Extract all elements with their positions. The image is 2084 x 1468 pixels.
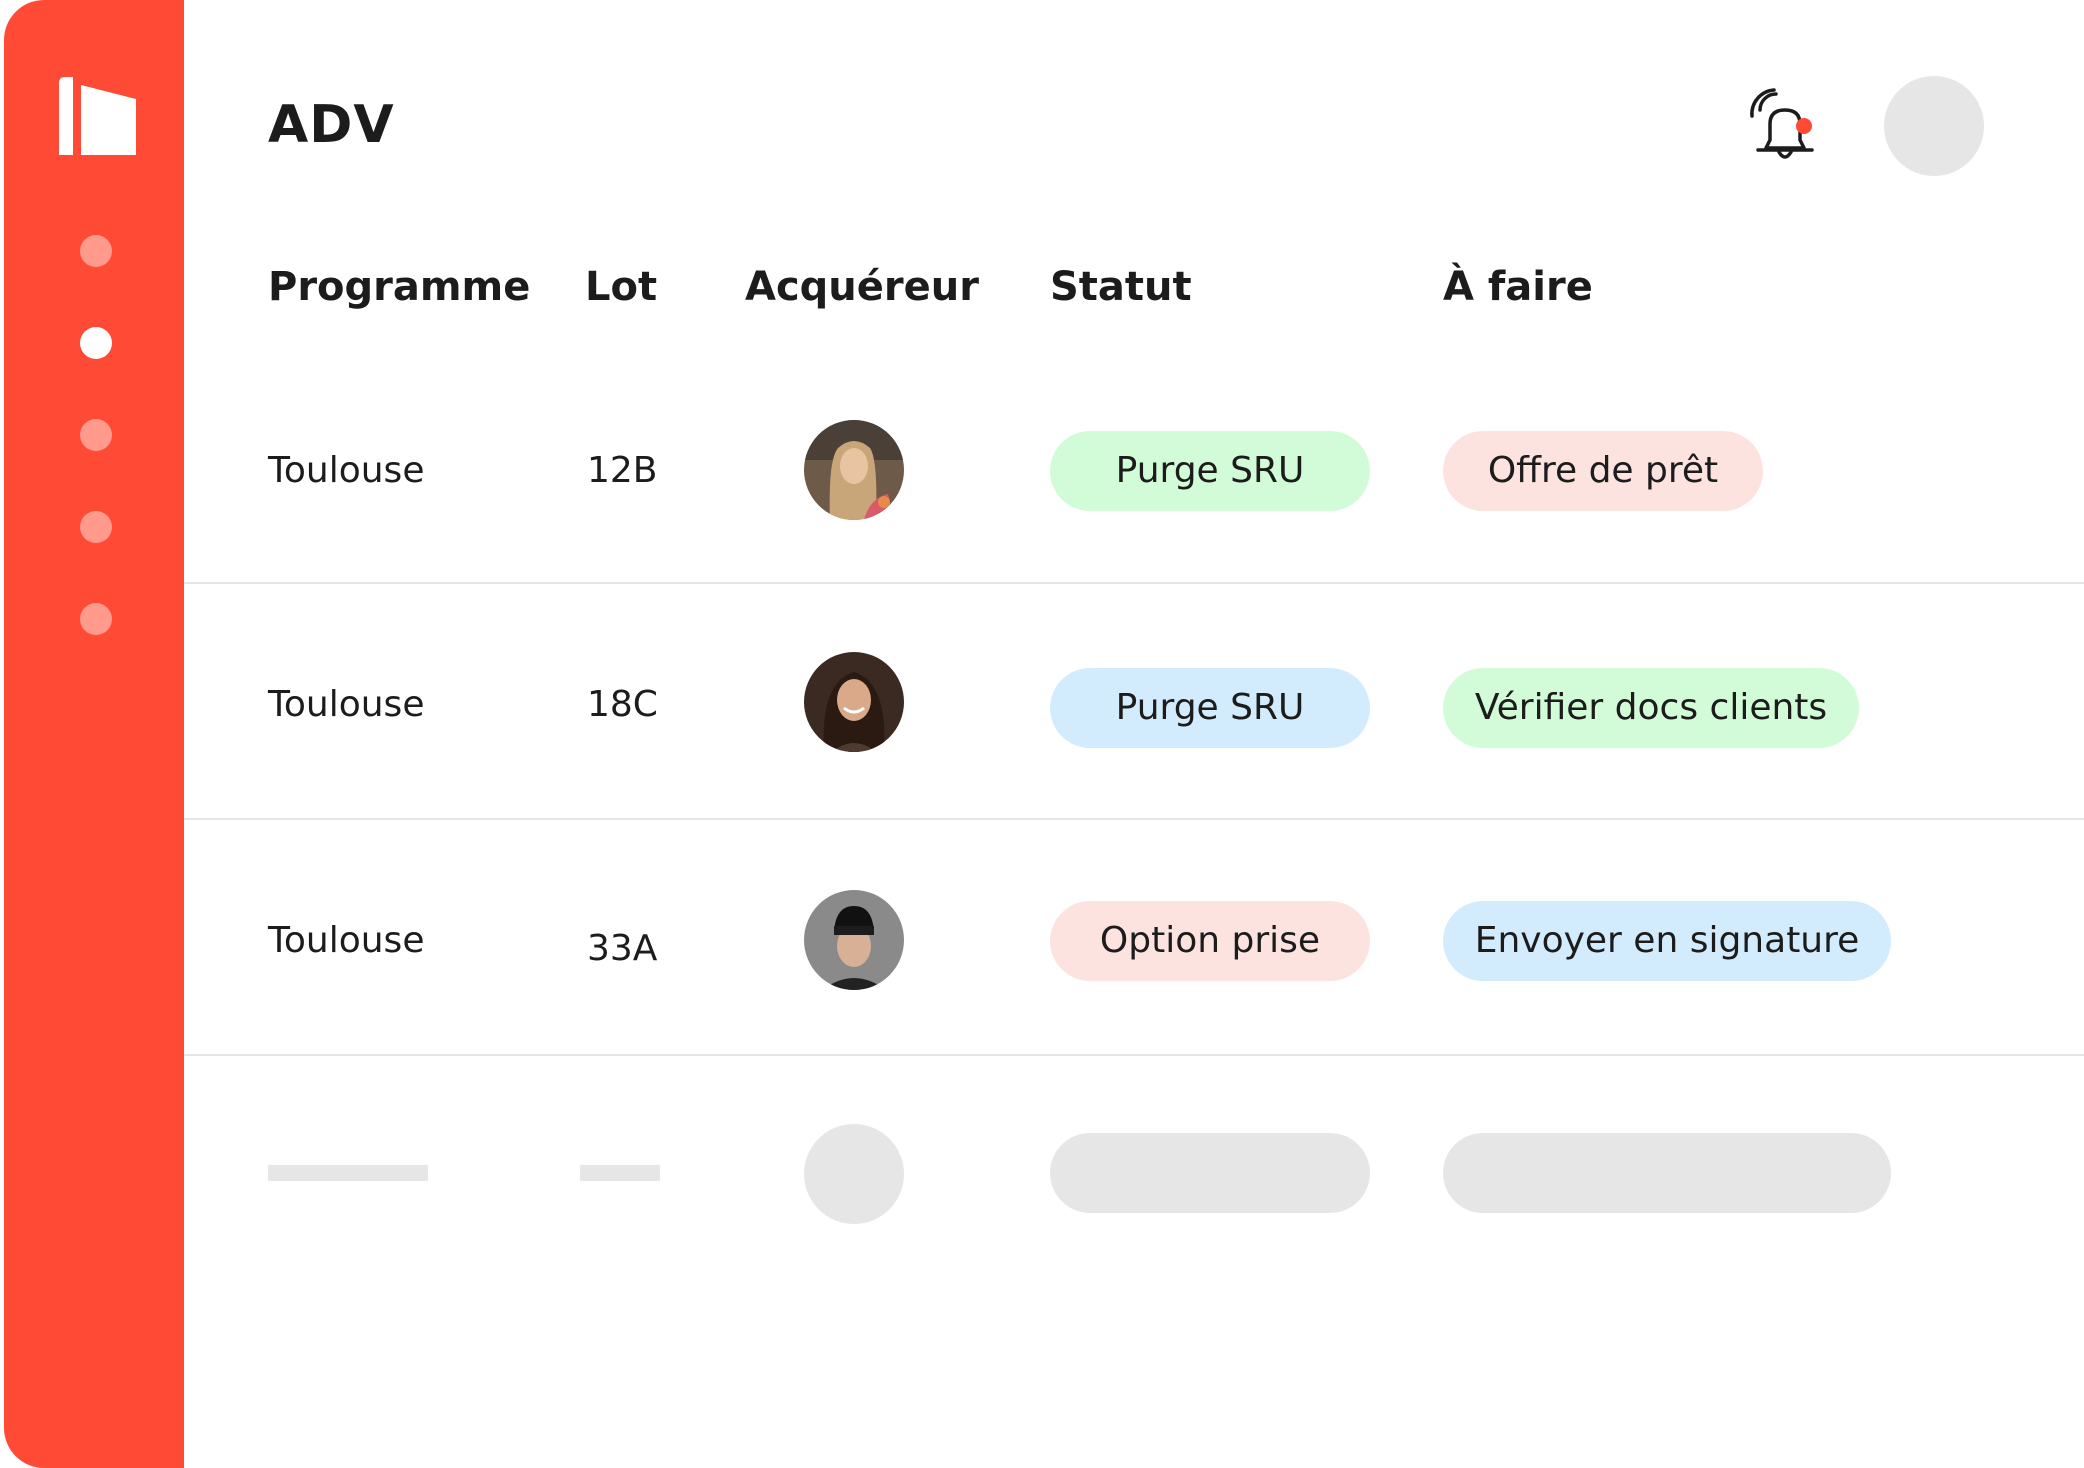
sidebar-item-5[interactable] — [80, 603, 112, 635]
column-header-a-faire[interactable]: À faire — [1443, 262, 1593, 312]
lot-cell: 12B — [587, 450, 658, 491]
skeleton-status — [1050, 1133, 1370, 1213]
status-badge[interactable]: Option prise — [1050, 901, 1370, 981]
table-row[interactable]: Toulouse 33A Option prise Envoyer en sig… — [184, 820, 2084, 1056]
buyer-avatar[interactable] — [804, 652, 904, 752]
app-window: ADV Programme Lot Acquéreur Statut À fai… — [0, 0, 2084, 1468]
table-row[interactable]: Toulouse 12B Purge SRU Offre de prêt — [184, 350, 2084, 586]
lot-cell: 33A — [587, 928, 658, 969]
sidebar — [4, 0, 184, 1468]
skeleton-programme — [268, 1165, 428, 1181]
buyer-avatar[interactable] — [804, 890, 904, 990]
notification-button[interactable] — [1748, 88, 1822, 166]
column-header-acquereur[interactable]: Acquéreur — [745, 262, 979, 312]
bell-ringing-icon — [1750, 88, 1814, 159]
sidebar-item-4[interactable] — [80, 511, 112, 543]
notification-badge — [1796, 118, 1812, 134]
programme-cell: Toulouse — [268, 920, 425, 961]
row-divider — [184, 1054, 2084, 1056]
column-header-statut[interactable]: Statut — [1050, 262, 1192, 312]
lot-cell: 18C — [587, 684, 658, 725]
column-header-lot[interactable]: Lot — [585, 262, 657, 312]
skeleton-todo — [1443, 1133, 1891, 1213]
todo-badge[interactable]: Envoyer en signature — [1443, 901, 1891, 981]
todo-badge[interactable]: Offre de prêt — [1443, 431, 1763, 511]
building-logo-icon[interactable] — [59, 77, 136, 155]
status-badge[interactable]: Purge SRU — [1050, 668, 1370, 748]
programme-cell: Toulouse — [268, 450, 425, 491]
sidebar-item-2-active[interactable] — [80, 327, 112, 359]
page-title: ADV — [268, 95, 395, 155]
skeleton-avatar — [804, 1124, 904, 1224]
buyer-avatar[interactable] — [804, 420, 904, 520]
status-badge[interactable]: Purge SRU — [1050, 431, 1370, 511]
table-row[interactable]: Toulouse 18C Purge SRU Vérifier docs cli… — [184, 584, 2084, 820]
skeleton-lot — [580, 1165, 660, 1181]
sidebar-item-1[interactable] — [80, 235, 112, 267]
programme-cell: Toulouse — [268, 684, 425, 725]
column-header-programme[interactable]: Programme — [268, 262, 530, 312]
user-avatar[interactable] — [1884, 76, 1984, 176]
sidebar-item-3[interactable] — [80, 419, 112, 451]
todo-badge[interactable]: Vérifier docs clients — [1443, 668, 1859, 748]
